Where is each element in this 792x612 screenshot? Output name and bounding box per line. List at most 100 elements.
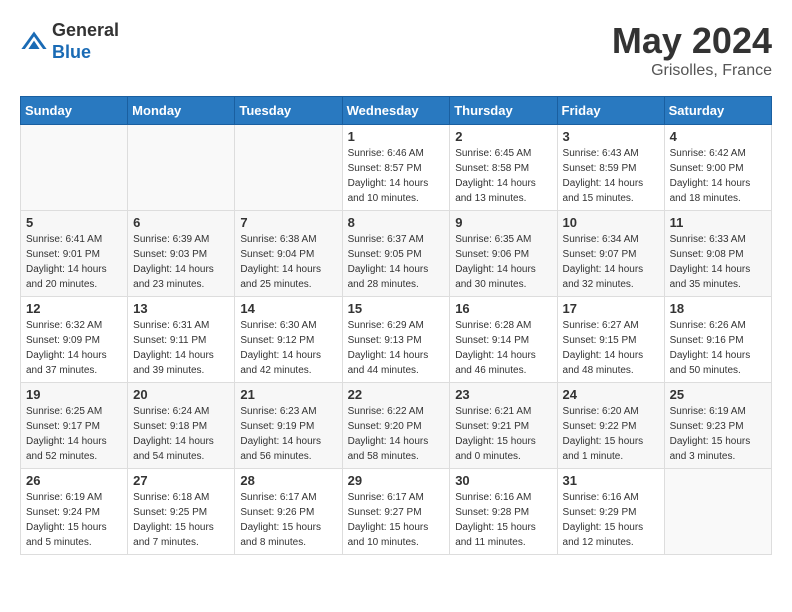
logo-blue-text: Blue (52, 42, 119, 64)
page-header: General Blue May 2024 Grisolles, France (20, 20, 772, 80)
day-number: 26 (26, 473, 122, 488)
day-number: 18 (670, 301, 766, 316)
calendar-location: Grisolles, France (612, 62, 772, 80)
day-number: 1 (348, 129, 445, 144)
day-number: 23 (455, 387, 551, 402)
day-info: Sunrise: 6:17 AM Sunset: 9:27 PM Dayligh… (348, 490, 445, 550)
calendar-day-cell: 2 Sunrise: 6:45 AM Sunset: 8:58 PM Dayli… (450, 125, 557, 211)
calendar-day-cell: 15 Sunrise: 6:29 AM Sunset: 9:13 PM Dayl… (342, 297, 450, 383)
calendar-day-cell (664, 469, 771, 555)
weekday-header: Monday (128, 97, 235, 125)
logo: General Blue (20, 20, 119, 63)
calendar-day-cell: 13 Sunrise: 6:31 AM Sunset: 9:11 PM Dayl… (128, 297, 235, 383)
day-info: Sunrise: 6:25 AM Sunset: 9:17 PM Dayligh… (26, 404, 122, 464)
day-number: 17 (563, 301, 659, 316)
day-number: 2 (455, 129, 551, 144)
day-number: 30 (455, 473, 551, 488)
weekday-header: Sunday (21, 97, 128, 125)
calendar-week-row: 19 Sunrise: 6:25 AM Sunset: 9:17 PM Dayl… (21, 383, 772, 469)
calendar-day-cell: 14 Sunrise: 6:30 AM Sunset: 9:12 PM Dayl… (235, 297, 342, 383)
day-info: Sunrise: 6:29 AM Sunset: 9:13 PM Dayligh… (348, 318, 445, 378)
day-number: 21 (240, 387, 336, 402)
calendar-day-cell: 9 Sunrise: 6:35 AM Sunset: 9:06 PM Dayli… (450, 211, 557, 297)
calendar-week-row: 5 Sunrise: 6:41 AM Sunset: 9:01 PM Dayli… (21, 211, 772, 297)
day-number: 10 (563, 215, 659, 230)
day-info: Sunrise: 6:46 AM Sunset: 8:57 PM Dayligh… (348, 146, 445, 206)
day-info: Sunrise: 6:23 AM Sunset: 9:19 PM Dayligh… (240, 404, 336, 464)
day-info: Sunrise: 6:39 AM Sunset: 9:03 PM Dayligh… (133, 232, 229, 292)
day-number: 8 (348, 215, 445, 230)
day-info: Sunrise: 6:26 AM Sunset: 9:16 PM Dayligh… (670, 318, 766, 378)
day-info: Sunrise: 6:31 AM Sunset: 9:11 PM Dayligh… (133, 318, 229, 378)
calendar-day-cell: 24 Sunrise: 6:20 AM Sunset: 9:22 PM Dayl… (557, 383, 664, 469)
day-number: 31 (563, 473, 659, 488)
day-number: 16 (455, 301, 551, 316)
calendar-day-cell: 25 Sunrise: 6:19 AM Sunset: 9:23 PM Dayl… (664, 383, 771, 469)
day-info: Sunrise: 6:19 AM Sunset: 9:24 PM Dayligh… (26, 490, 122, 550)
day-number: 14 (240, 301, 336, 316)
day-info: Sunrise: 6:38 AM Sunset: 9:04 PM Dayligh… (240, 232, 336, 292)
calendar-day-cell: 7 Sunrise: 6:38 AM Sunset: 9:04 PM Dayli… (235, 211, 342, 297)
day-number: 7 (240, 215, 336, 230)
day-info: Sunrise: 6:43 AM Sunset: 8:59 PM Dayligh… (563, 146, 659, 206)
day-number: 11 (670, 215, 766, 230)
calendar-day-cell (235, 125, 342, 211)
day-info: Sunrise: 6:24 AM Sunset: 9:18 PM Dayligh… (133, 404, 229, 464)
day-number: 25 (670, 387, 766, 402)
calendar-header-row: SundayMondayTuesdayWednesdayThursdayFrid… (21, 97, 772, 125)
day-info: Sunrise: 6:34 AM Sunset: 9:07 PM Dayligh… (563, 232, 659, 292)
day-info: Sunrise: 6:21 AM Sunset: 9:21 PM Dayligh… (455, 404, 551, 464)
calendar-table: SundayMondayTuesdayWednesdayThursdayFrid… (20, 96, 772, 555)
calendar-day-cell: 5 Sunrise: 6:41 AM Sunset: 9:01 PM Dayli… (21, 211, 128, 297)
calendar-day-cell: 16 Sunrise: 6:28 AM Sunset: 9:14 PM Dayl… (450, 297, 557, 383)
day-number: 4 (670, 129, 766, 144)
calendar-day-cell: 31 Sunrise: 6:16 AM Sunset: 9:29 PM Dayl… (557, 469, 664, 555)
day-info: Sunrise: 6:42 AM Sunset: 9:00 PM Dayligh… (670, 146, 766, 206)
day-info: Sunrise: 6:28 AM Sunset: 9:14 PM Dayligh… (455, 318, 551, 378)
day-number: 3 (563, 129, 659, 144)
calendar-week-row: 26 Sunrise: 6:19 AM Sunset: 9:24 PM Dayl… (21, 469, 772, 555)
day-info: Sunrise: 6:19 AM Sunset: 9:23 PM Dayligh… (670, 404, 766, 464)
day-number: 15 (348, 301, 445, 316)
calendar-week-row: 12 Sunrise: 6:32 AM Sunset: 9:09 PM Dayl… (21, 297, 772, 383)
calendar-day-cell: 27 Sunrise: 6:18 AM Sunset: 9:25 PM Dayl… (128, 469, 235, 555)
weekday-header: Friday (557, 97, 664, 125)
day-info: Sunrise: 6:22 AM Sunset: 9:20 PM Dayligh… (348, 404, 445, 464)
day-number: 27 (133, 473, 229, 488)
day-info: Sunrise: 6:18 AM Sunset: 9:25 PM Dayligh… (133, 490, 229, 550)
calendar-day-cell: 26 Sunrise: 6:19 AM Sunset: 9:24 PM Dayl… (21, 469, 128, 555)
calendar-day-cell: 23 Sunrise: 6:21 AM Sunset: 9:21 PM Dayl… (450, 383, 557, 469)
day-number: 13 (133, 301, 229, 316)
day-info: Sunrise: 6:33 AM Sunset: 9:08 PM Dayligh… (670, 232, 766, 292)
weekday-header: Tuesday (235, 97, 342, 125)
day-number: 9 (455, 215, 551, 230)
calendar-title: May 2024 (612, 20, 772, 62)
weekday-header: Wednesday (342, 97, 450, 125)
day-info: Sunrise: 6:35 AM Sunset: 9:06 PM Dayligh… (455, 232, 551, 292)
day-info: Sunrise: 6:37 AM Sunset: 9:05 PM Dayligh… (348, 232, 445, 292)
day-info: Sunrise: 6:17 AM Sunset: 9:26 PM Dayligh… (240, 490, 336, 550)
day-info: Sunrise: 6:32 AM Sunset: 9:09 PM Dayligh… (26, 318, 122, 378)
calendar-day-cell: 19 Sunrise: 6:25 AM Sunset: 9:17 PM Dayl… (21, 383, 128, 469)
calendar-day-cell: 22 Sunrise: 6:22 AM Sunset: 9:20 PM Dayl… (342, 383, 450, 469)
calendar-day-cell: 11 Sunrise: 6:33 AM Sunset: 9:08 PM Dayl… (664, 211, 771, 297)
calendar-day-cell: 3 Sunrise: 6:43 AM Sunset: 8:59 PM Dayli… (557, 125, 664, 211)
title-block: May 2024 Grisolles, France (612, 20, 772, 80)
calendar-day-cell (21, 125, 128, 211)
day-info: Sunrise: 6:41 AM Sunset: 9:01 PM Dayligh… (26, 232, 122, 292)
logo-general-text: General (52, 20, 119, 42)
day-number: 19 (26, 387, 122, 402)
day-number: 12 (26, 301, 122, 316)
calendar-day-cell: 1 Sunrise: 6:46 AM Sunset: 8:57 PM Dayli… (342, 125, 450, 211)
calendar-day-cell: 6 Sunrise: 6:39 AM Sunset: 9:03 PM Dayli… (128, 211, 235, 297)
calendar-day-cell: 10 Sunrise: 6:34 AM Sunset: 9:07 PM Dayl… (557, 211, 664, 297)
calendar-day-cell: 4 Sunrise: 6:42 AM Sunset: 9:00 PM Dayli… (664, 125, 771, 211)
calendar-day-cell: 12 Sunrise: 6:32 AM Sunset: 9:09 PM Dayl… (21, 297, 128, 383)
day-number: 29 (348, 473, 445, 488)
day-info: Sunrise: 6:27 AM Sunset: 9:15 PM Dayligh… (563, 318, 659, 378)
calendar-day-cell: 8 Sunrise: 6:37 AM Sunset: 9:05 PM Dayli… (342, 211, 450, 297)
calendar-day-cell: 30 Sunrise: 6:16 AM Sunset: 9:28 PM Dayl… (450, 469, 557, 555)
day-number: 24 (563, 387, 659, 402)
calendar-day-cell: 17 Sunrise: 6:27 AM Sunset: 9:15 PM Dayl… (557, 297, 664, 383)
calendar-week-row: 1 Sunrise: 6:46 AM Sunset: 8:57 PM Dayli… (21, 125, 772, 211)
